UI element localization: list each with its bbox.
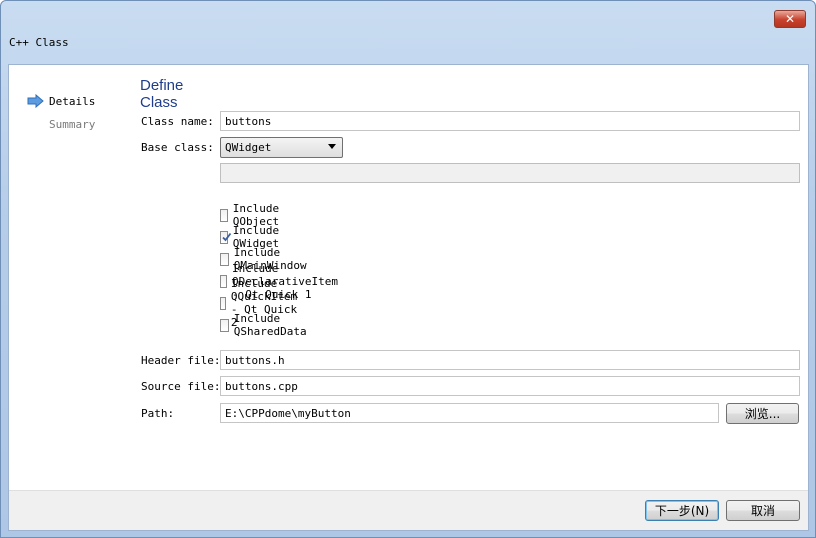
- header-file-label: Header file:: [141, 354, 221, 367]
- path-label: Path:: [141, 407, 175, 420]
- sidebar-item-label: Summary: [49, 117, 96, 131]
- title-bar[interactable]: ✕ C++ Class: [1, 1, 815, 63]
- window-title: C++ Class: [9, 36, 69, 49]
- sidebar-item-label: Details: [49, 94, 96, 108]
- checkbox-box[interactable]: [220, 296, 226, 310]
- class-name-input[interactable]: buttons: [220, 111, 800, 131]
- base-class-label: Base class:: [141, 141, 214, 154]
- checkbox-box[interactable]: [220, 252, 229, 266]
- base-class-custom-input: [220, 163, 800, 183]
- include-qquickitem-checkbox[interactable]: Include QQuickItem - Qt Quick 2: [220, 277, 304, 329]
- source-file-label: Source file:: [141, 380, 221, 393]
- dialog-content: Details Summary Define Class Class name:…: [8, 64, 809, 531]
- base-class-select[interactable]: QWidget: [220, 137, 343, 158]
- checkbox-box[interactable]: [220, 208, 228, 222]
- cancel-button[interactable]: 取消: [726, 500, 800, 521]
- next-button[interactable]: 下一步(N): [645, 500, 719, 521]
- include-qobject-checkbox[interactable]: Include QObject: [220, 202, 284, 228]
- include-qshareddata-checkbox[interactable]: Include QSharedData: [220, 312, 311, 338]
- header-file-input[interactable]: buttons.h: [220, 350, 800, 370]
- close-icon: ✕: [784, 12, 796, 26]
- sidebar-item-details: Details: [27, 93, 95, 109]
- checkbox-box[interactable]: [220, 318, 229, 332]
- checkmark-icon: [222, 232, 232, 241]
- button-bar: 下一步(N) 取消: [9, 490, 808, 530]
- path-input[interactable]: E:\CPPdome\myButton: [220, 403, 719, 423]
- wizard-steps-sidebar: Details Summary: [9, 65, 134, 490]
- sidebar-item-summary: Summary: [49, 116, 95, 132]
- chevron-down-icon: [328, 144, 336, 149]
- page-title: Define Class: [140, 77, 184, 111]
- checkbox-box[interactable]: [220, 274, 228, 288]
- browse-button[interactable]: 浏览...: [726, 403, 799, 424]
- checkbox-label: Include QSharedData: [233, 312, 307, 338]
- checkbox-box[interactable]: [220, 230, 232, 244]
- current-step-arrow-icon: [27, 94, 44, 108]
- dialog-window: ✕ C++ Class Details Summary Define Class…: [0, 0, 816, 538]
- class-name-label: Class name:: [141, 115, 214, 128]
- close-button[interactable]: ✕: [774, 10, 806, 28]
- base-class-value: QWidget: [225, 141, 272, 154]
- include-qwidget-checkbox[interactable]: Include QWidget: [220, 224, 284, 250]
- source-file-input[interactable]: buttons.cpp: [220, 376, 800, 396]
